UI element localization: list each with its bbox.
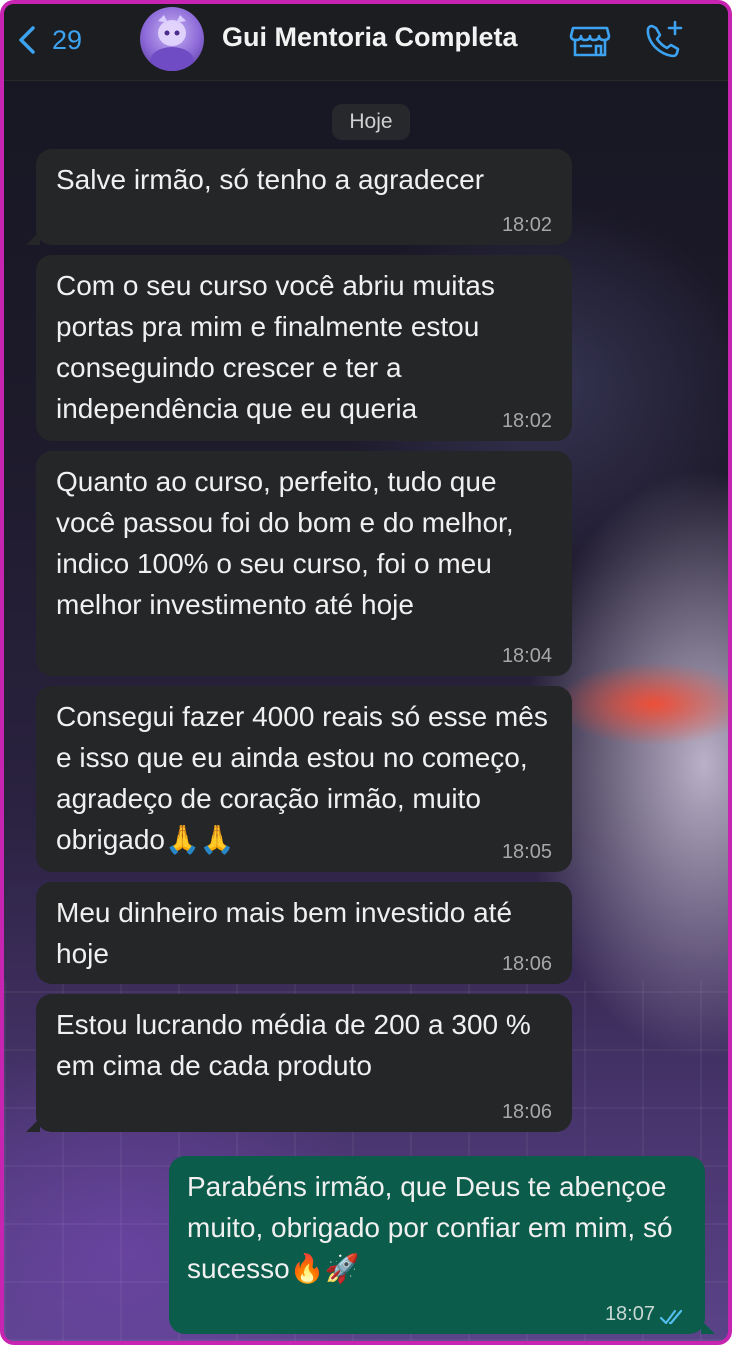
chat-screen: 29 Gui Mentoria Completa Hoje Salve irmã… (0, 0, 732, 1345)
avatar[interactable] (140, 7, 204, 71)
chat-title[interactable]: Gui Mentoria Completa (222, 22, 518, 53)
back-chevron-icon (19, 26, 35, 54)
unread-count: 29 (52, 24, 83, 55)
message-time: 18:05 (501, 841, 552, 863)
message-time: 18:07 (604, 1303, 655, 1325)
message-time: 18:06 (501, 953, 552, 975)
avatar-image (150, 15, 194, 71)
message-bubble-incoming[interactable]: Com o seu curso você abriu muitas portas… (36, 255, 572, 441)
message-bubble-outgoing[interactable]: Parabéns irmão, que Deus te abençoe muit… (169, 1156, 715, 1334)
message-text: Salve irmão, só tenho a agradecer (56, 164, 485, 195)
call-add-icon (646, 20, 683, 58)
message-time: 18:02 (501, 410, 552, 432)
call-button[interactable] (642, 18, 686, 62)
chat-header: 29 Gui Mentoria Completa (4, 4, 728, 81)
message-text: Consegui fazer 4000 reais só esse mês e … (56, 701, 548, 855)
message-time: 18:06 (501, 1101, 552, 1123)
message-bubble-incoming[interactable]: Quanto ao curso, perfeito, tudo que você… (36, 451, 572, 676)
store-button[interactable] (568, 18, 612, 62)
message-bubble-incoming[interactable]: Estou lucrando média de 200 a 300 % em c… (26, 994, 572, 1132)
store-icon (569, 26, 611, 57)
message-text: Estou lucrando média de 200 a 300 % em c… (56, 1009, 531, 1081)
read-receipt-icon (659, 1309, 683, 1325)
message-text: Quanto ao curso, perfeito, tudo que você… (56, 466, 514, 620)
bubble-tail (26, 231, 40, 245)
message-text: Com o seu curso você abriu muitas portas… (56, 270, 495, 424)
message-text: Meu dinheiro mais bem investido até hoje (56, 897, 513, 969)
message-bubble-incoming[interactable]: Consegui fazer 4000 reais só esse mês e … (36, 686, 572, 872)
bubble-tail (701, 1320, 715, 1334)
message-time: 18:04 (501, 645, 552, 667)
message-time: 18:02 (501, 214, 552, 236)
message-text: Parabéns irmão, que Deus te abençoe muit… (187, 1171, 673, 1284)
back-button[interactable]: 29 (16, 18, 82, 62)
bubble-tail (26, 1118, 40, 1132)
date-separator: Hoje (332, 104, 410, 140)
message-bubble-incoming[interactable]: Salve irmão, só tenho a agradecer 18:02 (26, 149, 572, 245)
message-bubble-incoming[interactable]: Meu dinheiro mais bem investido até hoje… (36, 882, 572, 984)
